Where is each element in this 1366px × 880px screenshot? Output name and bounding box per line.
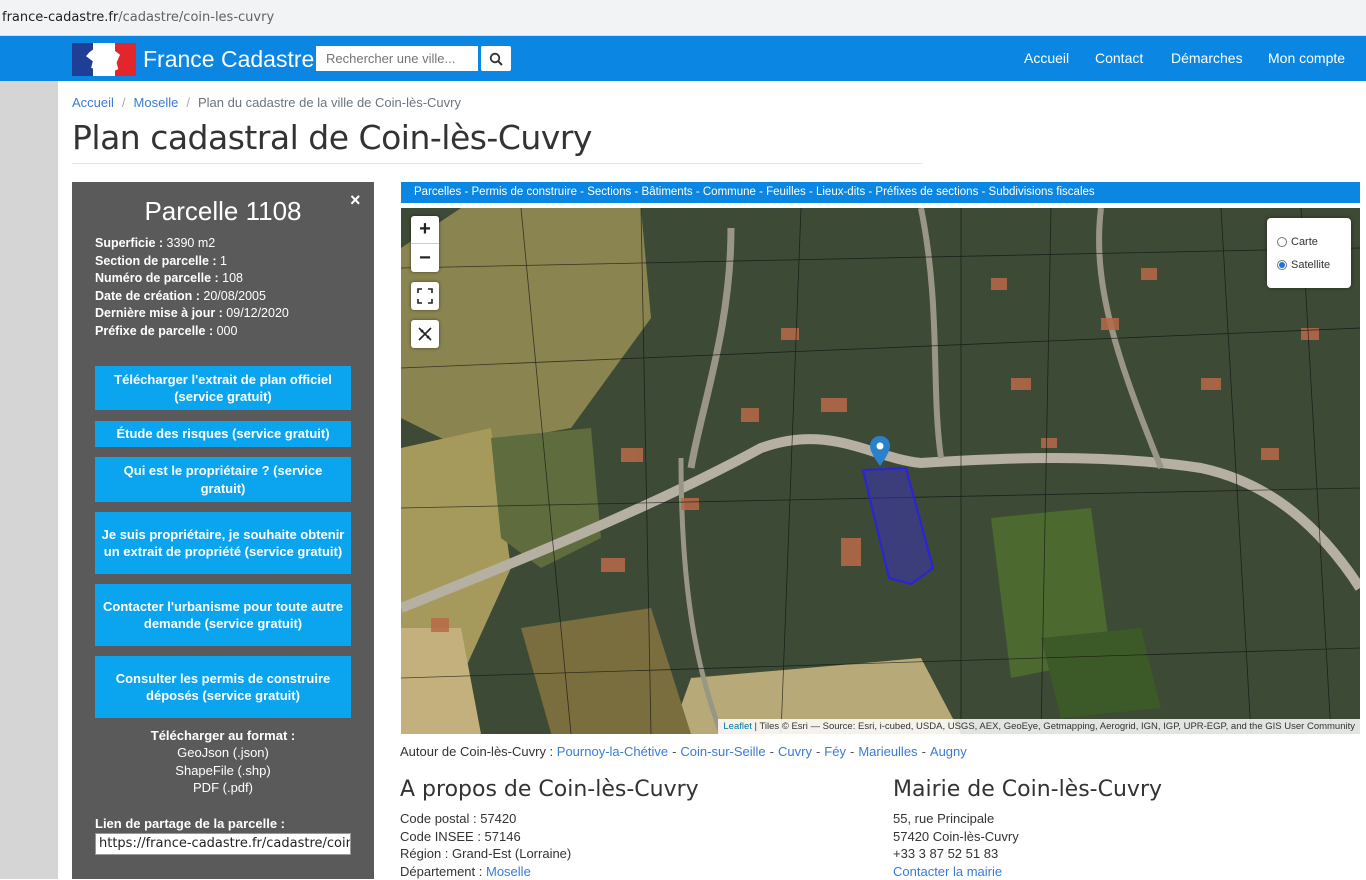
nav-demarches[interactable]: Démarches [1171,50,1243,66]
layer-option-carte[interactable]: Carte [1277,230,1351,253]
city-search-input[interactable] [316,46,478,71]
about-info: Code postal : 57420 Code INSEE : 57146 R… [400,810,571,880]
breadcrumb-current: Plan du cadastre de la ville de Coin-lès… [198,95,461,110]
town-separator: - [816,744,820,759]
mairie-info: 55, rue Principale 57420 Coin-lès-Cuvry … [893,810,1019,880]
satellite-radio[interactable] [1277,260,1287,270]
ruler-pencil-icon [417,326,433,342]
browser-url-bar[interactable]: france-cadastre.fr/cadastre/coin-les-cuv… [0,0,1366,36]
nearby-town-link[interactable]: Augny [930,744,967,759]
prop-numero: Numéro de parcelle : 108 [95,270,289,288]
url-path: /cadastre/coin-les-cuvry [118,10,274,25]
satellite-label: Satellite [1291,259,1330,271]
zoom-in-button[interactable]: + [411,216,439,244]
risk-study-button[interactable]: Étude des risques (service gratuit) [95,421,351,447]
building-permits-button[interactable]: Consulter les permis de construire dépos… [95,656,351,718]
zoom-out-button[interactable]: − [411,244,439,272]
map-layer-links[interactable]: Parcelles - Permis de construire - Secti… [401,182,1360,203]
town-separator: - [672,744,676,759]
prop-superficie: Superficie : 3390 m2 [95,235,289,253]
nearby-town-link[interactable]: Marieulles [858,744,917,759]
fullscreen-button[interactable] [411,282,439,310]
leaflet-link[interactable]: Leaflet [723,721,752,732]
map-attribution: Leaflet | Tiles © Esri — Source: Esri, i… [718,719,1360,734]
about-department: Département : Moselle [400,863,571,880]
satellite-imagery [401,208,1360,734]
share-link-label: Lien de partage de la parcelle : [95,816,285,831]
about-line: Région : Grand-Est (Lorraine) [400,845,571,863]
nearby-label: Autour de Coin-lès-Cuvry : [400,744,557,759]
breadcrumb-region[interactable]: Moselle [134,95,179,110]
download-shapefile-link[interactable]: ShapeFile (.shp) [72,763,374,778]
contact-urbanism-button[interactable]: Contacter l'urbanisme pour toute autre d… [95,584,351,646]
carte-radio[interactable] [1277,237,1287,247]
parcel-panel: × Parcelle 1108 Superficie : 3390 m2 Sec… [72,182,374,879]
carte-label: Carte [1291,236,1318,248]
left-gutter [0,81,58,879]
breadcrumb-home[interactable]: Accueil [72,95,114,110]
url-host: france-cadastre.fr [2,10,118,25]
town-separator: - [770,744,774,759]
prop-section: Section de parcelle : 1 [95,253,289,271]
search-button[interactable] [481,46,511,71]
mairie-line: 57420 Coin-lès-Cuvry [893,828,1019,846]
about-line: Code INSEE : 57146 [400,828,571,846]
layer-option-satellite[interactable]: Satellite [1277,253,1351,276]
parcel-title: Parcelle 1108 [72,196,374,227]
fullscreen-icon [417,288,433,304]
brand-name[interactable]: France Cadastre [143,46,314,73]
download-pdf-link[interactable]: PDF (.pdf) [72,780,374,795]
share-link-input[interactable]: https://france-cadastre.fr/cadastre/coin… [95,833,351,855]
download-extract-button[interactable]: Télécharger l'extrait de plan officiel (… [95,366,351,410]
download-format-title: Télécharger au format : [72,728,374,743]
breadcrumb: Accueil / Moselle / Plan du cadastre de la v… [72,95,461,110]
attribution-text: | Tiles © Esri — Source: Esri, i-cubed, … [752,721,1355,732]
url-text[interactable]: france-cadastre.fr/cadastre/coin-les-cuv… [2,10,274,25]
contact-mairie-link[interactable]: Contacter la mairie [893,864,1002,879]
download-geojson-link[interactable]: GeoJson (.json) [72,745,374,760]
map-marker-icon[interactable] [870,436,890,466]
parcel-properties: Superficie : 3390 m2 Section de parcelle… [95,235,289,340]
search-icon [489,52,503,66]
department-label: Département : [400,864,486,879]
top-navbar: France Cadastre Accueil Contact Démarche… [0,36,1366,81]
page-title: Plan cadastral de Coin-lès-Cuvry [72,118,592,157]
nearby-town-link[interactable]: Féy [824,744,846,759]
breadcrumb-separator: / [122,95,126,110]
nav-accueil[interactable]: Accueil [1024,50,1069,66]
nav-contact[interactable]: Contact [1095,50,1143,66]
about-title: A propos de Coin-lès-Cuvry [400,777,699,802]
nearby-town-link[interactable]: Cuvry [778,744,812,759]
prop-date-creation: Date de création : 20/08/2005 [95,288,289,306]
breadcrumb-separator: / [186,95,190,110]
property-extract-button[interactable]: Je suis propriétaire, je souhaite obteni… [95,512,351,574]
town-separator: - [850,744,854,759]
prop-derniere-maj: Dernière mise à jour : 09/12/2020 [95,305,289,323]
nearby-towns: Autour de Coin-lès-Cuvry : Pournoy-la-Ch… [400,744,967,759]
department-link[interactable]: Moselle [486,864,531,879]
prop-prefixe: Préfixe de parcelle : 000 [95,323,289,341]
town-separator: - [922,744,926,759]
owner-lookup-button[interactable]: Qui est le propriétaire ? (service gratu… [95,457,351,502]
nearby-town-link[interactable]: Coin-sur-Seille [680,744,765,759]
base-layer-switcher: Carte Satellite [1267,218,1351,288]
cadastre-map[interactable]: + − Carte Satellite Leaflet | Tiles © Es… [401,208,1360,734]
title-divider [72,163,922,164]
measure-tool-button[interactable] [411,320,439,348]
mairie-title: Mairie de Coin-lès-Cuvry [893,777,1162,802]
about-line: Code postal : 57420 [400,810,571,828]
nearby-town-link[interactable]: Pournoy-la-Chétive [557,744,668,759]
france-flag-logo[interactable] [72,43,136,76]
zoom-control: + − [411,216,439,272]
mairie-line: +33 3 87 52 51 83 [893,845,1019,863]
nav-mon-compte[interactable]: Mon compte [1268,50,1345,66]
mairie-line: 55, rue Principale [893,810,1019,828]
